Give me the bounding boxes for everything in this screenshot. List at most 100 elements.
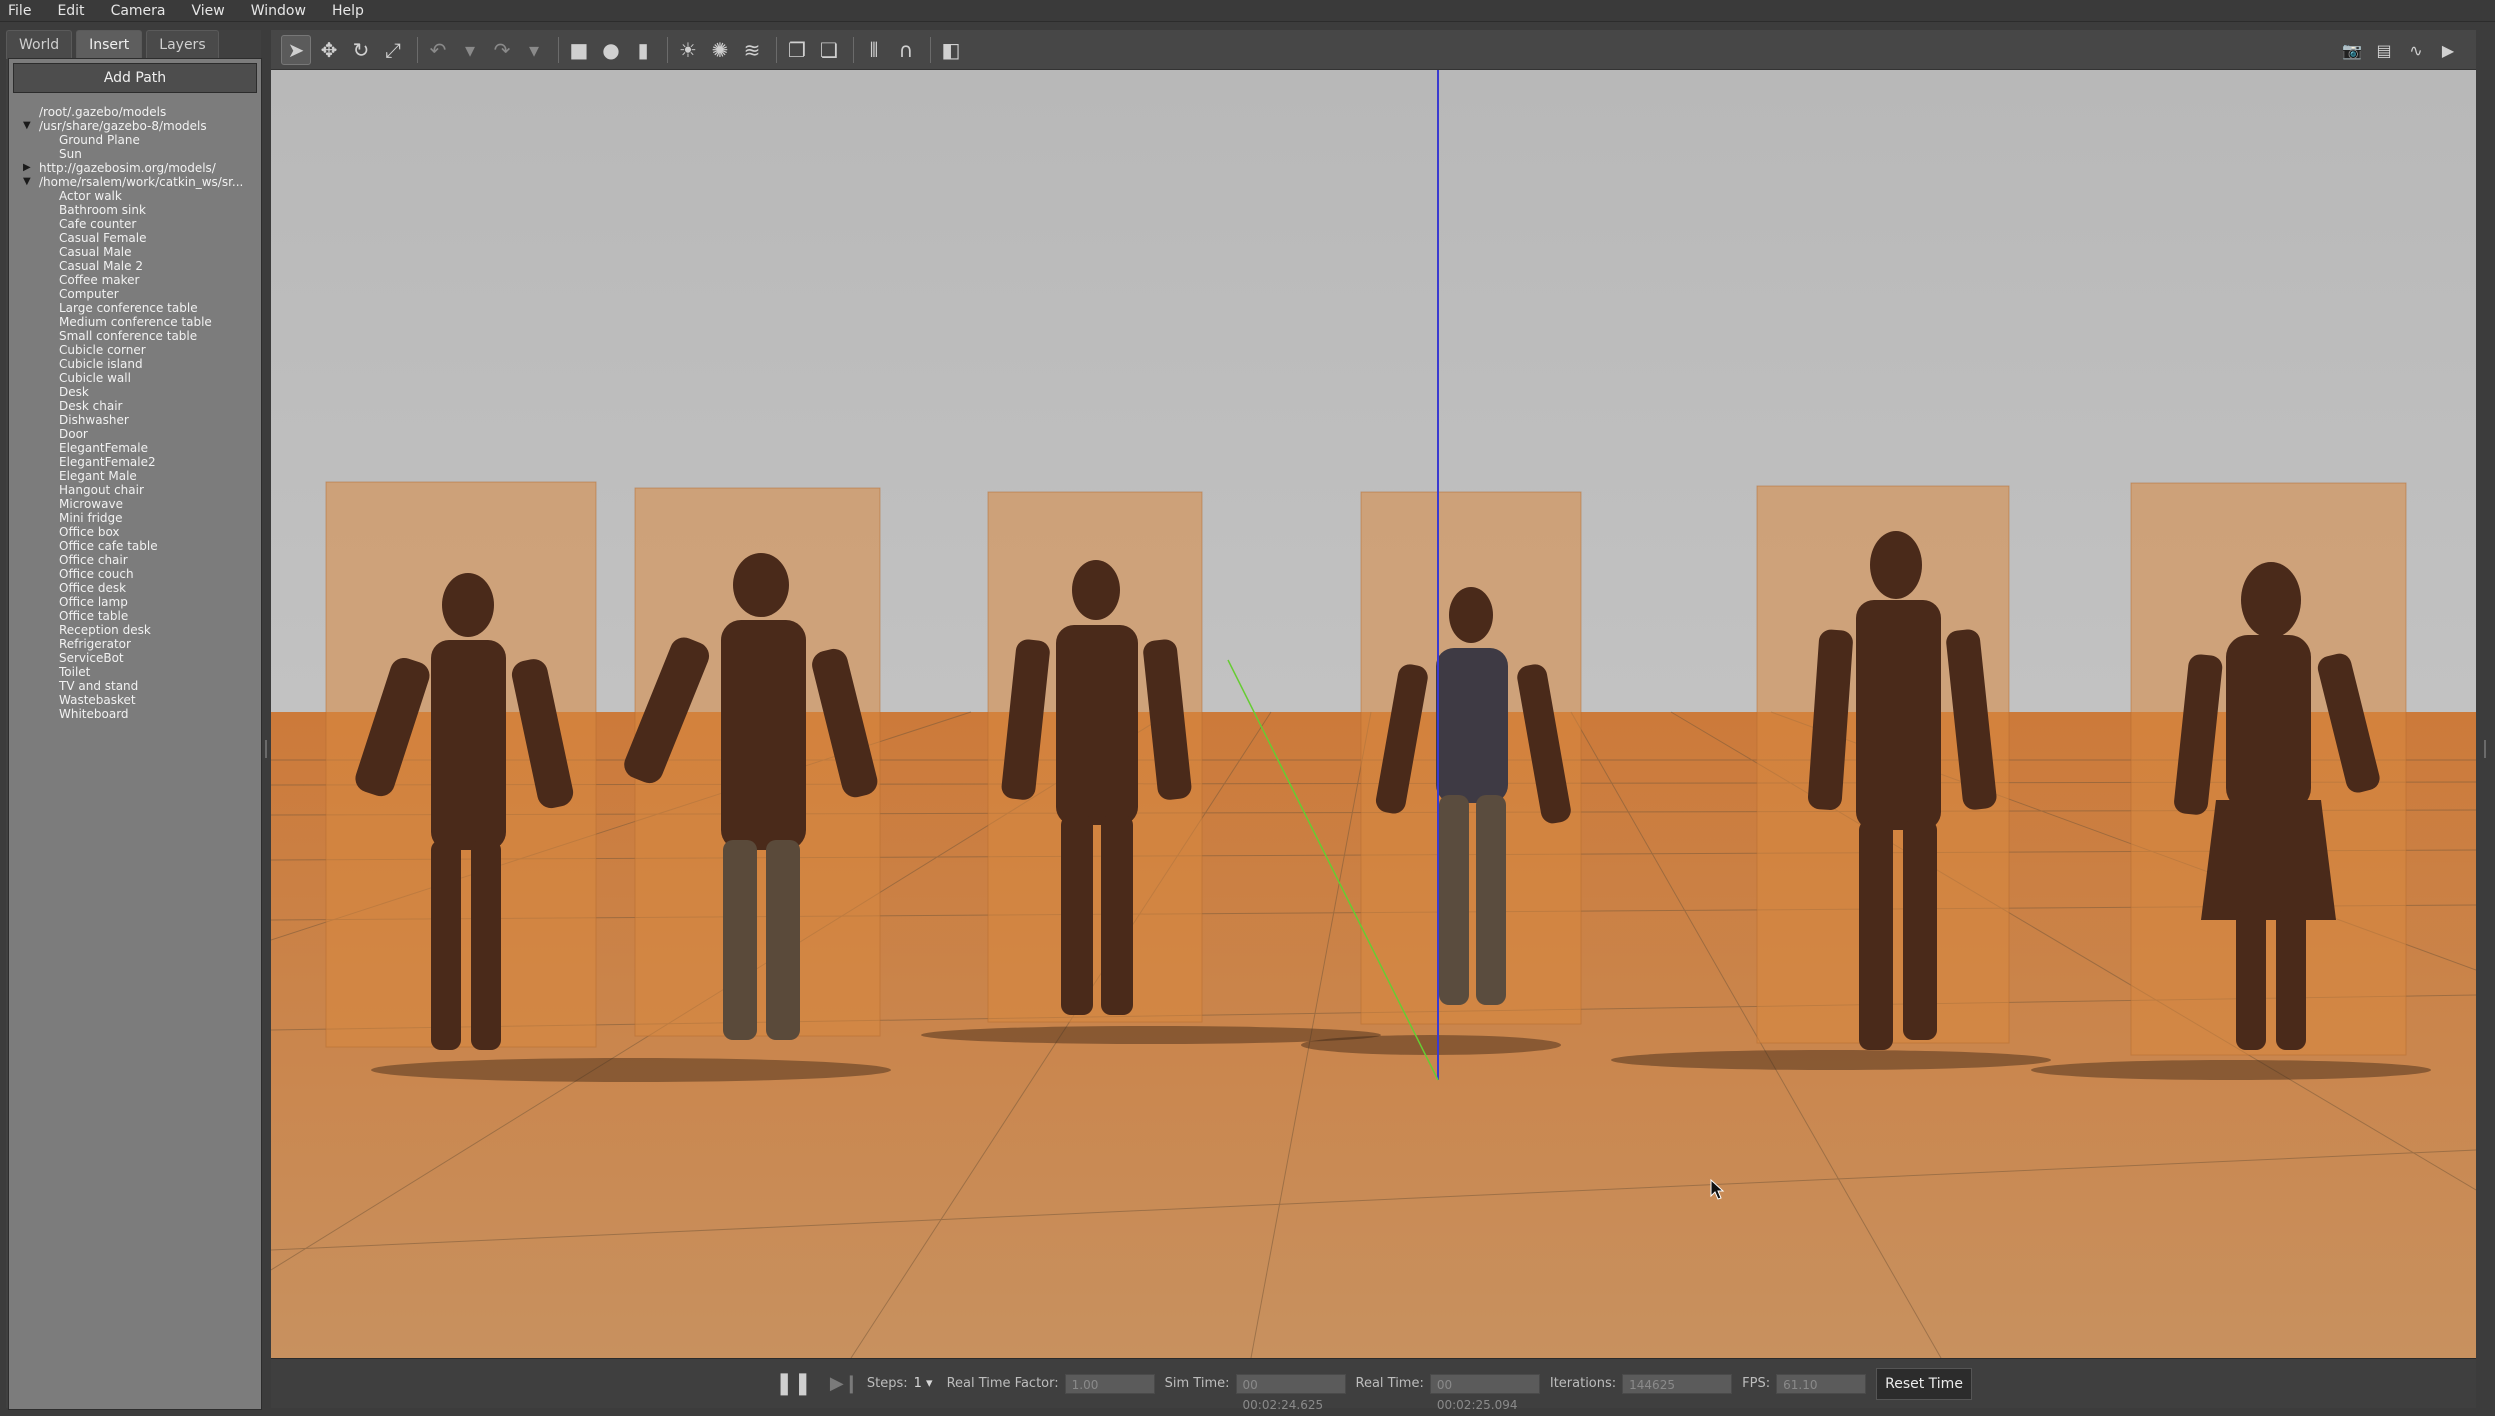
add-path-button[interactable]: Add Path xyxy=(13,63,257,93)
redo-icon[interactable]: ↷ xyxy=(488,36,516,64)
spot-light-icon[interactable]: ✺ xyxy=(706,36,734,64)
model-item[interactable]: Computer xyxy=(9,287,259,301)
model-item[interactable]: Office desk xyxy=(9,581,259,595)
model-item[interactable]: Cubicle corner xyxy=(9,343,259,357)
tree-path[interactable]: ▼ /usr/share/gazebo-8/models xyxy=(9,119,259,133)
model-item[interactable]: Actor walk xyxy=(9,189,259,203)
select-mode-icon[interactable]: ➤ xyxy=(281,34,311,65)
model-item[interactable]: Casual Female xyxy=(9,231,259,245)
model-item[interactable]: Refrigerator xyxy=(9,637,259,651)
tree-path[interactable]: /root/.gazebo/models xyxy=(9,105,259,119)
toolbar-right-group: 📷 ▤ ∿ ▶ xyxy=(2338,36,2466,64)
model-item[interactable]: Dishwasher xyxy=(9,413,259,427)
model-item[interactable]: Office lamp xyxy=(9,595,259,609)
tree-item[interactable]: Sun xyxy=(9,147,259,161)
splitter-grip[interactable] xyxy=(265,740,267,758)
model-item[interactable]: Hangout chair xyxy=(9,483,259,497)
scene-viewport[interactable] xyxy=(271,70,2476,1358)
model-item[interactable]: Coffee maker xyxy=(9,273,259,287)
model-item[interactable]: Mini fridge xyxy=(9,511,259,525)
left-splitter[interactable] xyxy=(264,30,270,1408)
plot-icon[interactable]: ∿ xyxy=(2402,36,2430,64)
tab-world[interactable]: World xyxy=(6,30,73,59)
model-item[interactable]: Microwave xyxy=(9,497,259,511)
tree-item[interactable]: Ground Plane xyxy=(9,133,259,147)
model-item[interactable]: Wastebasket xyxy=(9,693,259,707)
sphere-shape-icon[interactable]: ● xyxy=(597,36,625,64)
model-item[interactable]: Casual Male xyxy=(9,245,259,259)
tree-label: /root/.gazebo/models xyxy=(39,105,167,119)
translate-mode-icon[interactable]: ✥ xyxy=(315,36,343,64)
model-item[interactable]: Cubicle wall xyxy=(9,371,259,385)
view-angle-icon[interactable]: ◧ xyxy=(937,36,965,64)
model-item[interactable]: Toilet xyxy=(9,665,259,679)
model-item[interactable]: ServiceBot xyxy=(9,651,259,665)
main-toolbar: ➤ ✥ ↻ ⤢ ↶ ▾ ↷ ▾ ■ ● ▮ ☀ ✺ ≋ ❐ ❏ ⫴ ∩ ◧ 📷 ▤ ∿ ▶ xyxy=(271,30,2476,70)
model-item[interactable]: Office box xyxy=(9,525,259,539)
steps-spinbox[interactable]: 1 ▾ xyxy=(914,1376,933,1391)
tab-insert[interactable]: Insert xyxy=(76,30,143,59)
reset-time-button[interactable]: Reset Time xyxy=(1876,1367,1972,1400)
directional-light-icon[interactable]: ≋ xyxy=(738,36,766,64)
tab-layers[interactable]: Layers xyxy=(146,30,219,59)
log-icon[interactable]: ▤ xyxy=(2370,36,2398,64)
splitter-grip[interactable] xyxy=(2484,740,2486,758)
snap-icon[interactable]: ∩ xyxy=(892,36,920,64)
model-item[interactable]: Small conference table xyxy=(9,329,259,343)
model-item[interactable]: Door xyxy=(9,427,259,441)
scale-mode-icon[interactable]: ⤢ xyxy=(379,36,407,64)
toolbar-separator xyxy=(776,36,777,63)
model-item[interactable]: Medium conference table xyxy=(9,315,259,329)
model-item[interactable]: Casual Male 2 xyxy=(9,259,259,273)
collapse-arrow-icon[interactable]: ▼ xyxy=(23,175,31,189)
model-item[interactable]: Whiteboard xyxy=(9,707,259,721)
model-item[interactable]: Desk chair xyxy=(9,399,259,413)
model-item[interactable]: Office couch xyxy=(9,567,259,581)
step-icon[interactable]: ▶❙ xyxy=(830,1373,859,1394)
model-item[interactable]: Office table xyxy=(9,609,259,623)
expand-arrow-icon[interactable]: ▶ xyxy=(23,161,31,175)
menu-window[interactable]: Window xyxy=(249,3,308,19)
model-item[interactable]: Desk xyxy=(9,385,259,399)
menu-camera[interactable]: Camera xyxy=(109,3,168,19)
model-item[interactable]: Cafe counter xyxy=(9,217,259,231)
model-item[interactable]: TV and stand xyxy=(9,679,259,693)
undo-icon[interactable]: ↶ xyxy=(424,36,452,64)
tree-path[interactable]: ▼ /home/rsalem/work/catkin_ws/sr... xyxy=(9,175,259,189)
video-record-icon[interactable]: ▶ xyxy=(2434,36,2462,64)
collapse-arrow-icon[interactable]: ▼ xyxy=(23,119,31,133)
model-item[interactable]: Elegant Male xyxy=(9,469,259,483)
model-item[interactable]: Reception desk xyxy=(9,623,259,637)
tree-path[interactable]: ▶ http://gazebosim.org/models/ xyxy=(9,161,259,175)
model-item[interactable]: Office chair xyxy=(9,553,259,567)
pause-icon[interactable]: ❚❚ xyxy=(775,1371,812,1396)
undo-history-icon[interactable]: ▾ xyxy=(456,36,484,64)
right-splitter[interactable] xyxy=(2476,30,2495,1408)
model-item[interactable]: Large conference table xyxy=(9,301,259,315)
steps-label: Steps: xyxy=(866,1376,908,1391)
copy-icon[interactable]: ❐ xyxy=(783,36,811,64)
real-time-factor-field: 1.00 xyxy=(1064,1373,1155,1394)
menu-file[interactable]: File xyxy=(6,3,33,19)
model-item[interactable]: Office cafe table xyxy=(9,539,259,553)
box-shape-icon[interactable]: ■ xyxy=(565,36,593,64)
tree-label: /usr/share/gazebo-8/models xyxy=(39,119,207,133)
menu-view[interactable]: View xyxy=(190,3,227,19)
cylinder-shape-icon[interactable]: ▮ xyxy=(629,36,657,64)
menu-edit[interactable]: Edit xyxy=(55,3,86,19)
menu-help[interactable]: Help xyxy=(330,3,366,19)
screenshot-icon[interactable]: 📷 xyxy=(2338,36,2366,64)
redo-history-icon[interactable]: ▾ xyxy=(520,36,548,64)
tree-label: Sun xyxy=(59,147,82,161)
rotate-mode-icon[interactable]: ↻ xyxy=(347,36,375,64)
model-item[interactable]: Cubicle island xyxy=(9,357,259,371)
point-light-icon[interactable]: ☀ xyxy=(674,36,702,64)
align-icon[interactable]: ⫴ xyxy=(860,36,888,64)
tree-label: Ground Plane xyxy=(59,133,140,147)
toolbar-separator xyxy=(558,36,559,63)
paste-icon[interactable]: ❏ xyxy=(815,36,843,64)
model-item[interactable]: ElegantFemale2 xyxy=(9,455,259,469)
model-tree: /root/.gazebo/models ▼ /usr/share/gazebo-8… xyxy=(9,105,259,721)
model-item[interactable]: ElegantFemale xyxy=(9,441,259,455)
model-item[interactable]: Bathroom sink xyxy=(9,203,259,217)
